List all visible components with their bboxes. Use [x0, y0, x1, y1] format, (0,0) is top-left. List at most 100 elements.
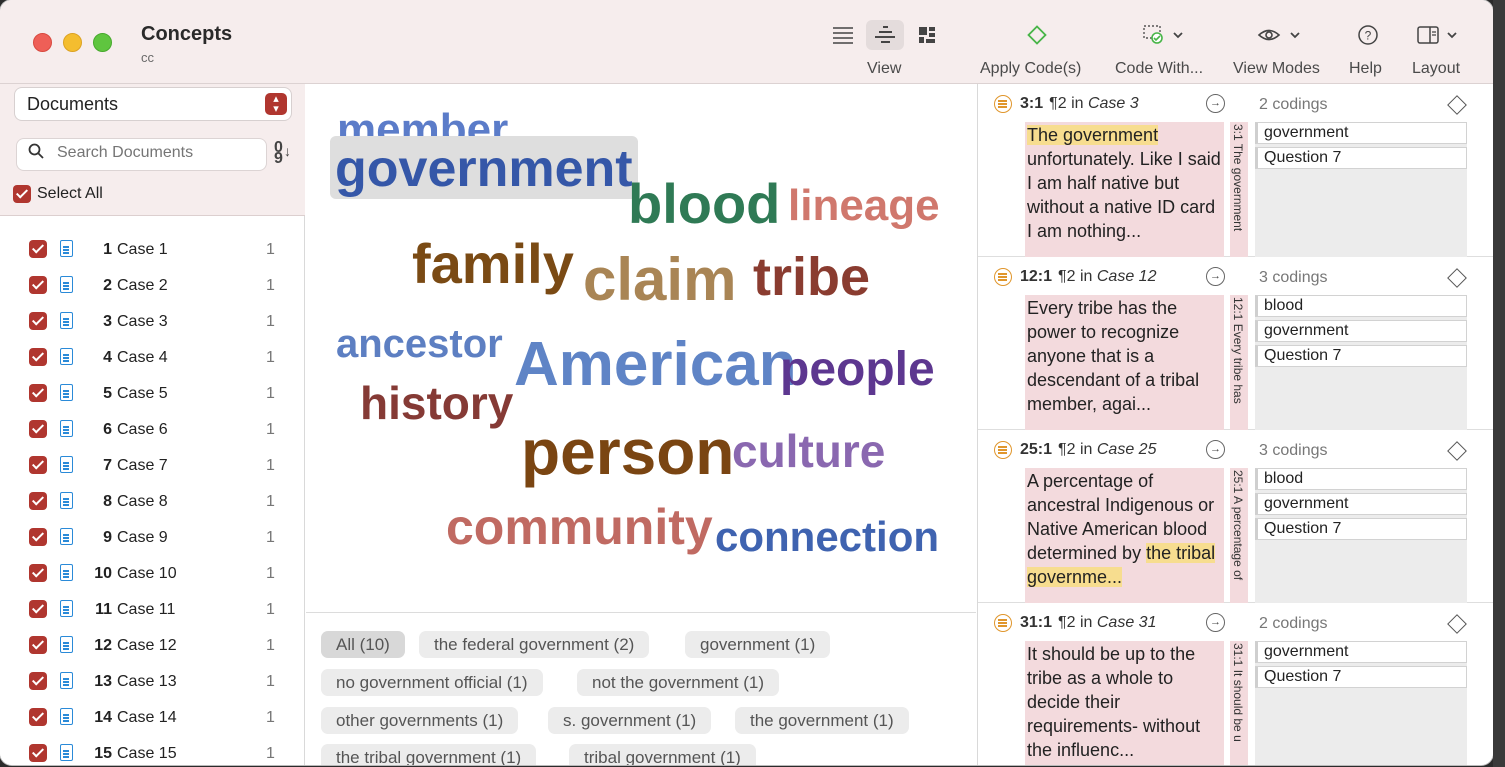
cloud-word-government[interactable]: government — [330, 136, 638, 199]
quotation-card[interactable]: 25:1 ¶2 in Case 25 → 3 codings A percenta… — [978, 430, 1493, 603]
code-tag[interactable]: Question 7 — [1255, 147, 1467, 169]
quotation-card[interactable]: 3:1 ¶2 in Case 3 → 2 codings The governme… — [978, 84, 1493, 257]
cloud-view-button[interactable] — [866, 20, 904, 50]
cloud-word-history[interactable]: history — [360, 380, 513, 426]
list-item[interactable]: 11 Case 11 1 — [0, 592, 305, 628]
phrase-chip[interactable]: the tribal government (1) — [321, 744, 537, 765]
list-item[interactable]: 10 Case 10 1 — [0, 556, 305, 592]
code-tag[interactable]: government — [1255, 493, 1467, 515]
phrase-chip[interactable]: the federal government (2) — [419, 631, 650, 658]
list-item[interactable]: 3 Case 3 1 — [0, 304, 305, 340]
checkbox[interactable] — [29, 384, 47, 402]
code-tag[interactable]: Question 7 — [1255, 666, 1467, 688]
checkbox[interactable] — [29, 240, 47, 258]
list-item[interactable]: 2 Case 2 1 — [0, 268, 305, 304]
phrase-chip[interactable]: s. government (1) — [548, 707, 712, 734]
cloud-word-connection[interactable]: connection — [715, 516, 939, 558]
phrase-chip[interactable]: no government official (1) — [321, 669, 543, 696]
quotation-text: A percentage of ancestral Indigenous or … — [1025, 468, 1224, 603]
list-item[interactable]: 7 Case 7 1 — [0, 448, 305, 484]
cloud-word-lineage[interactable]: lineage — [788, 184, 940, 228]
go-to-quotation-icon[interactable]: → — [1206, 94, 1225, 113]
checkbox[interactable] — [29, 420, 47, 438]
phrase-chip[interactable]: the government (1) — [735, 707, 909, 734]
cloud-word-people[interactable]: people — [780, 346, 935, 394]
list-item[interactable]: 14 Case 14 1 — [0, 700, 305, 736]
quotation-text: Every tribe has the power to recognize a… — [1025, 295, 1224, 430]
checkbox[interactable] — [29, 276, 47, 294]
list-view-button[interactable] — [824, 20, 862, 50]
list-item[interactable]: 12 Case 12 1 — [0, 628, 305, 664]
cloud-word-tribe[interactable]: tribe — [753, 250, 870, 304]
list-item[interactable]: 13 Case 13 1 — [0, 664, 305, 700]
cloud-word-claim[interactable]: claim — [583, 250, 736, 310]
checkbox[interactable] — [29, 600, 47, 618]
list-item[interactable]: 15 Case 15 1 — [0, 736, 305, 765]
list-item[interactable]: 4 Case 4 1 — [0, 340, 305, 376]
code-tag[interactable]: blood — [1255, 295, 1467, 317]
list-item[interactable]: 8 Case 8 1 — [0, 484, 305, 520]
cloud-word-culture[interactable]: culture — [732, 428, 885, 474]
checkbox[interactable] — [29, 348, 47, 366]
code-tag[interactable]: blood — [1255, 468, 1467, 490]
zoom-window-button[interactable] — [93, 33, 112, 52]
code-tag[interactable]: government — [1255, 641, 1467, 663]
sort-numeric-icon[interactable]: 0 9 ↓ — [274, 140, 291, 167]
quotation-card[interactable]: 31:1 ¶2 in Case 31 → 2 codings It should … — [978, 603, 1493, 765]
list-item[interactable]: 6 Case 6 1 — [0, 412, 305, 448]
checkbox[interactable] — [29, 672, 47, 690]
help-button[interactable]: ? — [1357, 24, 1379, 52]
code-tag[interactable]: Question 7 — [1255, 518, 1467, 540]
code-tag[interactable]: Question 7 — [1255, 345, 1467, 367]
phrase-chip[interactable]: government (1) — [685, 631, 831, 658]
document-type-select[interactable]: Documents ▴ ▾ — [15, 88, 291, 120]
apply-code-diamond-icon[interactable] — [1447, 268, 1467, 288]
search-box[interactable] — [17, 139, 266, 170]
phrase-chip-all[interactable]: All (10) — [321, 631, 405, 658]
help-label[interactable]: Help — [1349, 60, 1382, 78]
select-all-checkbox[interactable]: Select All — [13, 185, 103, 203]
apply-codes-label[interactable]: Apply Code(s) — [980, 60, 1081, 78]
checkbox[interactable] — [29, 636, 47, 654]
checkbox[interactable] — [29, 456, 47, 474]
phrase-chip[interactable]: other governments (1) — [321, 707, 519, 734]
quotation-bracket: 31:1 It should be u — [1230, 641, 1248, 765]
quotation-card[interactable]: 12:1 ¶2 in Case 12 → 3 codings Every trib… — [978, 257, 1493, 430]
checkbox[interactable] — [29, 744, 47, 762]
checkbox[interactable] — [29, 708, 47, 726]
go-to-quotation-icon[interactable]: → — [1206, 440, 1225, 459]
code-with-button[interactable] — [1142, 24, 1186, 52]
phrase-chip[interactable]: not the government (1) — [577, 669, 779, 696]
code-with-label[interactable]: Code With... — [1115, 60, 1203, 78]
checkbox[interactable] — [29, 564, 47, 582]
cloud-word-american[interactable]: American — [514, 334, 797, 396]
cloud-word-person[interactable]: person — [521, 420, 734, 484]
phrase-chip[interactable]: tribal government (1) — [569, 744, 756, 765]
layout-label[interactable]: Layout — [1412, 60, 1460, 78]
layout-button[interactable] — [1416, 24, 1464, 52]
search-input[interactable] — [57, 144, 257, 162]
view-modes-label[interactable]: View Modes — [1233, 60, 1320, 78]
list-item[interactable]: 5 Case 5 1 — [0, 376, 305, 412]
apply-code-diamond-icon[interactable] — [1447, 614, 1467, 634]
go-to-quotation-icon[interactable]: → — [1206, 267, 1225, 286]
treemap-view-button[interactable] — [908, 20, 946, 50]
close-window-button[interactable] — [33, 33, 52, 52]
apply-code-diamond-icon[interactable] — [1447, 95, 1467, 115]
code-tag[interactable]: government — [1255, 122, 1467, 144]
cloud-word-blood[interactable]: blood — [628, 176, 780, 232]
cloud-word-ancestor[interactable]: ancestor — [336, 324, 503, 364]
apply-code-diamond-icon[interactable] — [1447, 441, 1467, 461]
list-item[interactable]: 1 Case 1 1 — [0, 232, 305, 268]
cloud-word-family[interactable]: family — [412, 236, 574, 292]
go-to-quotation-icon[interactable]: → — [1206, 613, 1225, 632]
minimize-window-button[interactable] — [63, 33, 82, 52]
list-item[interactable]: 9 Case 9 1 — [0, 520, 305, 556]
checkbox[interactable] — [29, 312, 47, 330]
checkbox[interactable] — [29, 528, 47, 546]
view-modes-button[interactable] — [1257, 24, 1305, 52]
code-tag[interactable]: government — [1255, 320, 1467, 342]
cloud-word-community[interactable]: community — [446, 502, 713, 552]
apply-codes-button[interactable] — [1026, 24, 1048, 52]
checkbox[interactable] — [29, 492, 47, 510]
